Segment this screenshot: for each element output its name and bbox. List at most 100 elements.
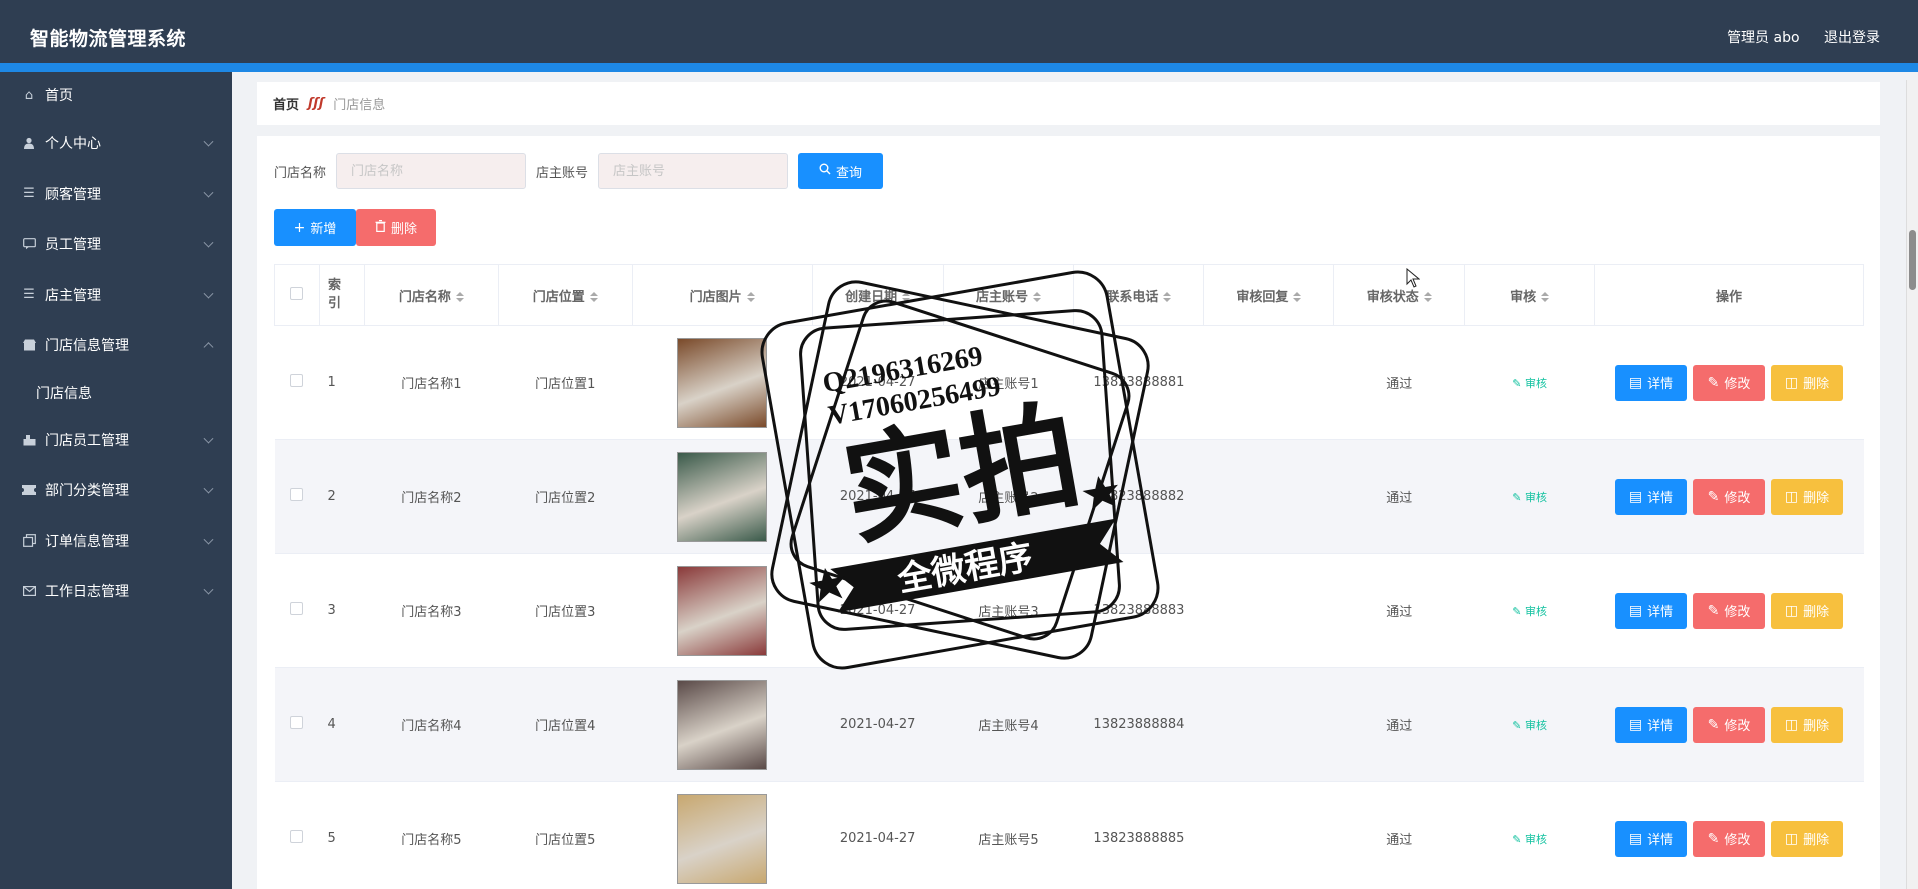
- audit-link[interactable]: ✎ 审核: [1512, 491, 1547, 504]
- select-cell[interactable]: [274, 781, 320, 889]
- search-button[interactable]: 查询: [798, 153, 884, 189]
- select-all-checkbox[interactable]: [290, 286, 304, 300]
- select-cell[interactable]: [274, 667, 320, 782]
- edit-button[interactable]: ✎ 修改: [1693, 706, 1766, 743]
- sidebar-item-personal-center[interactable]: 个人中心: [0, 118, 232, 169]
- add-button[interactable]: + 新增: [274, 209, 356, 246]
- scrollbar-thumb[interactable]: [1909, 230, 1916, 290]
- column-header-index: 索引: [318, 264, 365, 326]
- delete-button[interactable]: ◫ 删除: [1771, 478, 1844, 515]
- audit-link[interactable]: ✎ 审核: [1512, 377, 1547, 390]
- store-name-input[interactable]: [336, 153, 527, 189]
- store-image[interactable]: [677, 565, 768, 656]
- trash-icon: ◫: [1784, 374, 1799, 391]
- row-checkbox[interactable]: [290, 716, 304, 729]
- sort-icon[interactable]: [1033, 292, 1041, 302]
- sort-icon[interactable]: [1293, 292, 1302, 302]
- sidebar-item-store-info-mgmt[interactable]: 门店信息管理: [0, 320, 232, 371]
- sidebar-subitem-store-info[interactable]: 门店信息: [0, 371, 232, 415]
- breadcrumb-home[interactable]: 首页: [273, 94, 299, 113]
- sidebar-item-orders[interactable]: 订单信息管理: [0, 516, 232, 567]
- logout-link[interactable]: 退出登录: [1824, 30, 1880, 46]
- detail-button[interactable]: ▤ 详情: [1615, 820, 1688, 857]
- delete-button[interactable]: ◫ 删除: [1771, 364, 1844, 401]
- store-image[interactable]: [677, 679, 768, 770]
- column-header-image[interactable]: 门店图片: [631, 264, 813, 326]
- user-icon: [22, 136, 36, 150]
- select-cell[interactable]: [274, 553, 320, 668]
- owner-account-input[interactable]: [598, 153, 789, 189]
- store-location-cell: 门店位置4: [498, 667, 633, 782]
- sort-icon[interactable]: [455, 292, 464, 302]
- sort-icon[interactable]: [746, 292, 755, 302]
- store-image[interactable]: [677, 451, 768, 542]
- audit-link[interactable]: ✎ 审核: [1512, 605, 1547, 618]
- column-header-phone[interactable]: 联系电话: [1073, 264, 1205, 326]
- top-header: 智能物流管理系统 管理员 abo 退出登录: [0, 0, 1918, 72]
- audit-link-label: 审核: [1524, 604, 1547, 618]
- audit-link[interactable]: ✎ 审核: [1512, 719, 1547, 732]
- edit-button[interactable]: ✎ 修改: [1693, 364, 1766, 401]
- row-checkbox[interactable]: [290, 488, 304, 501]
- sort-icon[interactable]: [1423, 292, 1432, 302]
- select-all-header[interactable]: [274, 264, 320, 326]
- row-checkbox[interactable]: [290, 602, 304, 615]
- audit-reply-cell: [1203, 553, 1334, 668]
- shop-icon: [22, 338, 36, 352]
- delete-button[interactable]: ◫ 删除: [1771, 820, 1844, 857]
- sidebar-item-customers[interactable]: ☰ 顾客管理: [0, 169, 232, 220]
- detail-button[interactable]: ▤ 详情: [1615, 706, 1688, 743]
- row-checkbox[interactable]: [290, 830, 304, 843]
- column-header-audit[interactable]: 审核: [1464, 264, 1596, 326]
- select-cell[interactable]: [274, 439, 320, 554]
- column-header-status[interactable]: 审核状态: [1333, 264, 1466, 326]
- edit-button[interactable]: ✎ 修改: [1693, 592, 1766, 629]
- column-header-label: 操作: [1716, 289, 1743, 305]
- created-date-cell: 2021-04-27: [812, 325, 944, 440]
- column-header-label: 联系电话: [1106, 289, 1159, 305]
- column-header-name[interactable]: 门店名称: [363, 264, 499, 326]
- detail-button[interactable]: ▤ 详情: [1615, 364, 1688, 401]
- phone-cell: 13823888881: [1073, 325, 1204, 440]
- audit-link[interactable]: ✎ 审核: [1512, 833, 1547, 846]
- chat-icon: [22, 237, 36, 251]
- select-cell[interactable]: [274, 325, 320, 440]
- detail-button[interactable]: ▤ 详情: [1615, 592, 1688, 629]
- app-title: 智能物流管理系统: [30, 28, 187, 50]
- created-date-cell: 2021-04-27: [812, 667, 944, 782]
- sidebar-item-owners[interactable]: ☰ 店主管理: [0, 270, 232, 321]
- detail-button[interactable]: ▤ 详情: [1615, 478, 1688, 515]
- detail-button-label: 详情: [1647, 833, 1674, 848]
- delete-button[interactable]: ◫ 删除: [1771, 592, 1844, 629]
- delete-button[interactable]: ◫ 删除: [1771, 706, 1844, 743]
- batch-delete-button[interactable]: 删除: [356, 209, 436, 246]
- audit-cell: ✎ 审核: [1464, 325, 1595, 440]
- sidebar-item-home[interactable]: ⌂ 首页: [0, 72, 232, 118]
- edit-icon: ✎: [1707, 830, 1720, 847]
- edit-button[interactable]: ✎ 修改: [1693, 478, 1766, 515]
- sort-icon[interactable]: [589, 292, 598, 302]
- list-icon: ☰: [23, 186, 35, 202]
- sidebar-item-departments[interactable]: 部门分类管理: [0, 465, 232, 516]
- column-header-reply[interactable]: 审核回复: [1203, 264, 1335, 326]
- edit-button-label: 修改: [1724, 719, 1751, 734]
- column-header-date[interactable]: 创建日期: [811, 264, 944, 326]
- column-header-location[interactable]: 门店位置: [497, 264, 633, 326]
- actions-cell: ▤ 详情 ✎ 修改 ◫ 删除: [1594, 439, 1864, 554]
- edit-button[interactable]: ✎ 修改: [1693, 820, 1766, 857]
- column-header-owner[interactable]: 店主账号: [942, 264, 1075, 326]
- store-image[interactable]: [677, 793, 768, 884]
- sort-icon[interactable]: [902, 292, 911, 302]
- sort-icon[interactable]: [1163, 292, 1172, 302]
- sidebar-item-work-logs[interactable]: 工作日志管理: [0, 566, 232, 617]
- stack-icon: [22, 433, 36, 447]
- store-image[interactable]: [677, 337, 768, 428]
- actions-cell: ▤ 详情 ✎ 修改 ◫ 删除: [1594, 553, 1864, 668]
- current-user[interactable]: 管理员 abo: [1727, 30, 1799, 46]
- row-checkbox[interactable]: [290, 374, 304, 387]
- sort-icon[interactable]: [1541, 292, 1550, 302]
- sidebar-item-employees[interactable]: 员工管理: [0, 219, 232, 270]
- page-scrollbar[interactable]: [1906, 80, 1918, 889]
- sidebar-item-store-staff[interactable]: 门店员工管理: [0, 415, 232, 466]
- index-cell: 3: [319, 553, 365, 668]
